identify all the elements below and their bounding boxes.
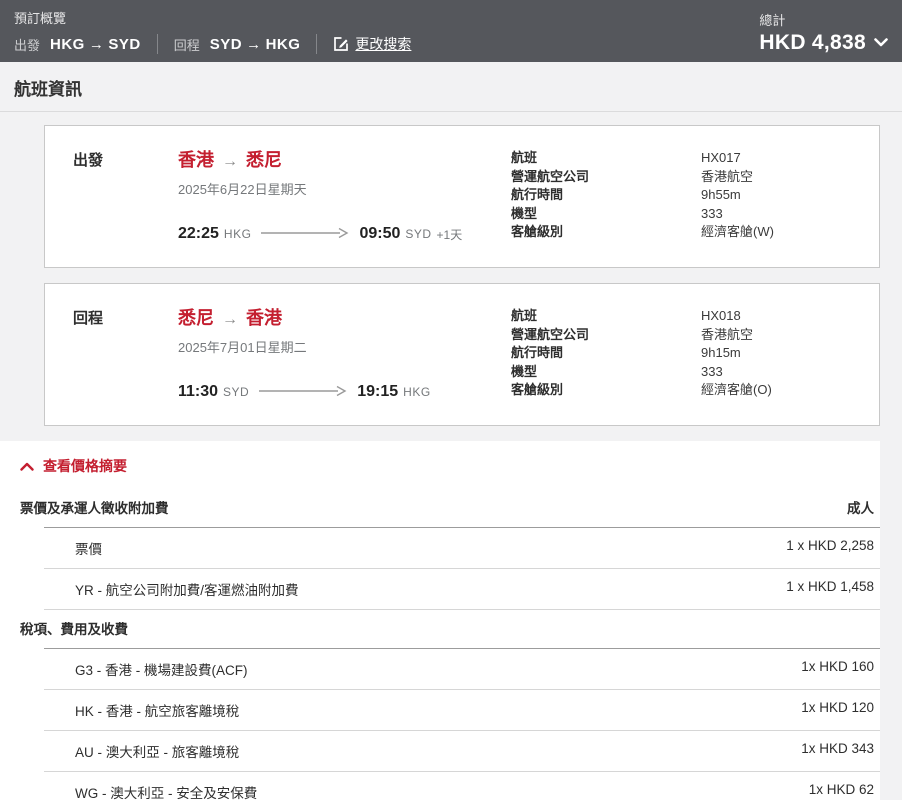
aircraft-type: 333	[701, 363, 723, 382]
right-arrow-icon: →	[214, 153, 246, 170]
return-to-code: HKG	[266, 36, 301, 53]
flight-details: 航班HX018 營運航空公司香港航空 航行時間9h15m 機型333 客艙級別經…	[511, 304, 851, 401]
vertical-divider	[316, 34, 317, 54]
price-row-label: WG - 澳大利亞 - 安全及安保費	[44, 782, 257, 800]
detail-label: 航行時間	[511, 344, 701, 363]
aircraft-type: 333	[701, 205, 723, 224]
price-row-value: 1 x HKD 1,458	[786, 579, 874, 599]
price-row-value: 1 x HKD 2,258	[786, 538, 874, 558]
detail-label: 航班	[511, 307, 701, 326]
arrival-airport-code: HKG	[403, 385, 431, 399]
price-row-value: 1x HKD 343	[801, 741, 874, 761]
flight-number: HX017	[701, 149, 741, 168]
origin-city: 悉尼	[178, 308, 214, 328]
arrival-day-offset: +1天	[437, 226, 463, 243]
outbound-flight-card: 出發 香港→悉尼 2025年6月22日星期天 22:25 HKG 09:50 S…	[44, 125, 880, 268]
departure-airport-code: HKG	[224, 227, 252, 241]
price-summary-toggle-label: 查看價格摘要	[43, 456, 127, 476]
long-arrow-icon	[259, 385, 347, 400]
route-cities: 香港→悉尼	[178, 146, 511, 172]
detail-label: 機型	[511, 205, 701, 224]
price-row-tax: WG - 澳大利亞 - 安全及安保費 1x HKD 62	[44, 772, 880, 800]
price-summary-toggle[interactable]: 查看價格摘要	[0, 441, 880, 489]
operating-carrier: 香港航空	[701, 168, 753, 187]
flight-duration: 9h55m	[701, 186, 741, 205]
flight-times: 22:25 HKG 09:50 SYD +1天	[178, 225, 511, 243]
vertical-divider	[157, 34, 158, 54]
arrival-time: 19:15	[357, 383, 398, 401]
price-row-tax: G3 - 香港 - 機場建設費(ACF) 1x HKD 160	[44, 649, 880, 690]
booking-summary-bar: 預訂概覽 出發 HKG→SYD 回程 SYD→HKG 更改搜索 總計 HK	[0, 0, 902, 62]
departure-time: 22:25	[178, 225, 219, 243]
price-row-label: YR - 航空公司附加費/客運燃油附加費	[44, 579, 299, 599]
outbound-to-code: SYD	[108, 36, 140, 53]
outbound-from-code: HKG	[50, 36, 85, 53]
detail-label: 營運航空公司	[511, 168, 701, 187]
flight-info-title: 航班資訊	[0, 62, 902, 112]
passenger-column-header: 成人	[847, 497, 874, 517]
booking-overview-title: 預訂概覽	[14, 8, 411, 27]
price-row-label: G3 - 香港 - 機場建設費(ACF)	[44, 659, 248, 679]
segment-direction-label: 回程	[73, 304, 178, 401]
right-arrow-icon: →	[85, 36, 109, 53]
return-from-code: SYD	[210, 36, 242, 53]
price-row-tax: HK - 香港 - 航空旅客離境稅 1x HKD 120	[44, 690, 880, 731]
header-total-value: HKD 4,838	[759, 31, 866, 55]
cabin-class: 經濟客艙(W)	[701, 223, 774, 242]
fare-group-header: 票價及承運人徵收附加費 成人	[0, 489, 880, 527]
route-cities: 悉尼→香港	[178, 304, 511, 330]
arrival-time: 09:50	[359, 225, 400, 243]
price-row-value: 1x HKD 120	[801, 700, 874, 720]
right-arrow-icon: →	[242, 36, 266, 53]
price-row-tax: AU - 澳大利亞 - 旅客離境稅 1x HKD 343	[44, 731, 880, 772]
edit-icon	[333, 36, 349, 52]
return-flight-card: 回程 悉尼→香港 2025年7月01日星期二 11:30 SYD 19:15 H…	[44, 283, 880, 426]
detail-label: 營運航空公司	[511, 326, 701, 345]
departure-airport-code: SYD	[223, 385, 249, 399]
detail-label: 客艙級別	[511, 223, 701, 242]
tax-group-title: 稅項、費用及收費	[20, 618, 128, 638]
long-arrow-icon	[261, 227, 349, 242]
origin-city: 香港	[178, 150, 214, 170]
right-arrow-icon: →	[214, 311, 246, 328]
price-row-value: 1x HKD 62	[809, 782, 874, 800]
detail-label: 客艙級別	[511, 381, 701, 400]
flight-cards: 出發 香港→悉尼 2025年6月22日星期天 22:25 HKG 09:50 S…	[0, 112, 902, 426]
price-row-surcharge: YR - 航空公司附加費/客運燃油附加費 1 x HKD 1,458	[44, 569, 880, 610]
operating-carrier: 香港航空	[701, 326, 753, 345]
change-search-link[interactable]: 更改搜索	[333, 34, 411, 54]
return-label: 回程	[174, 35, 200, 54]
flight-number: HX018	[701, 307, 741, 326]
flight-date: 2025年6月22日星期天	[178, 179, 511, 198]
change-search-label: 更改搜索	[355, 34, 411, 54]
price-row-label: AU - 澳大利亞 - 旅客離境稅	[44, 741, 239, 761]
detail-label: 機型	[511, 363, 701, 382]
outbound-route: HKG→SYD	[50, 36, 141, 53]
flight-duration: 9h15m	[701, 344, 741, 363]
fare-group-title: 票價及承運人徵收附加費	[20, 497, 169, 517]
detail-label: 航班	[511, 149, 701, 168]
price-summary-section: 查看價格摘要 票價及承運人徵收附加費 成人 票價 1 x HKD 2,258 Y…	[0, 441, 880, 800]
destination-city: 香港	[246, 308, 282, 328]
return-route: SYD→HKG	[210, 36, 301, 53]
flight-date: 2025年7月01日星期二	[178, 337, 511, 356]
arrival-airport-code: SYD	[405, 227, 431, 241]
price-row-label: HK - 香港 - 航空旅客離境稅	[44, 700, 239, 720]
flight-details: 航班HX017 營運航空公司香港航空 航行時間9h55m 機型333 客艙級別經…	[511, 146, 851, 243]
price-row-fare: 票價 1 x HKD 2,258	[44, 528, 880, 569]
flight-times: 11:30 SYD 19:15 HKG	[178, 383, 511, 401]
price-row-label: 票價	[44, 538, 102, 558]
destination-city: 悉尼	[246, 150, 282, 170]
segment-direction-label: 出發	[73, 146, 178, 243]
outbound-label: 出發	[14, 35, 40, 54]
chevron-down-icon[interactable]	[874, 35, 888, 50]
cabin-class: 經濟客艙(O)	[701, 381, 772, 400]
departure-time: 11:30	[178, 383, 218, 401]
detail-label: 航行時間	[511, 186, 701, 205]
price-row-value: 1x HKD 160	[801, 659, 874, 679]
chevron-up-icon	[20, 462, 34, 471]
tax-group-header: 稅項、費用及收費	[0, 610, 880, 648]
header-total-label: 總計	[759, 10, 888, 29]
